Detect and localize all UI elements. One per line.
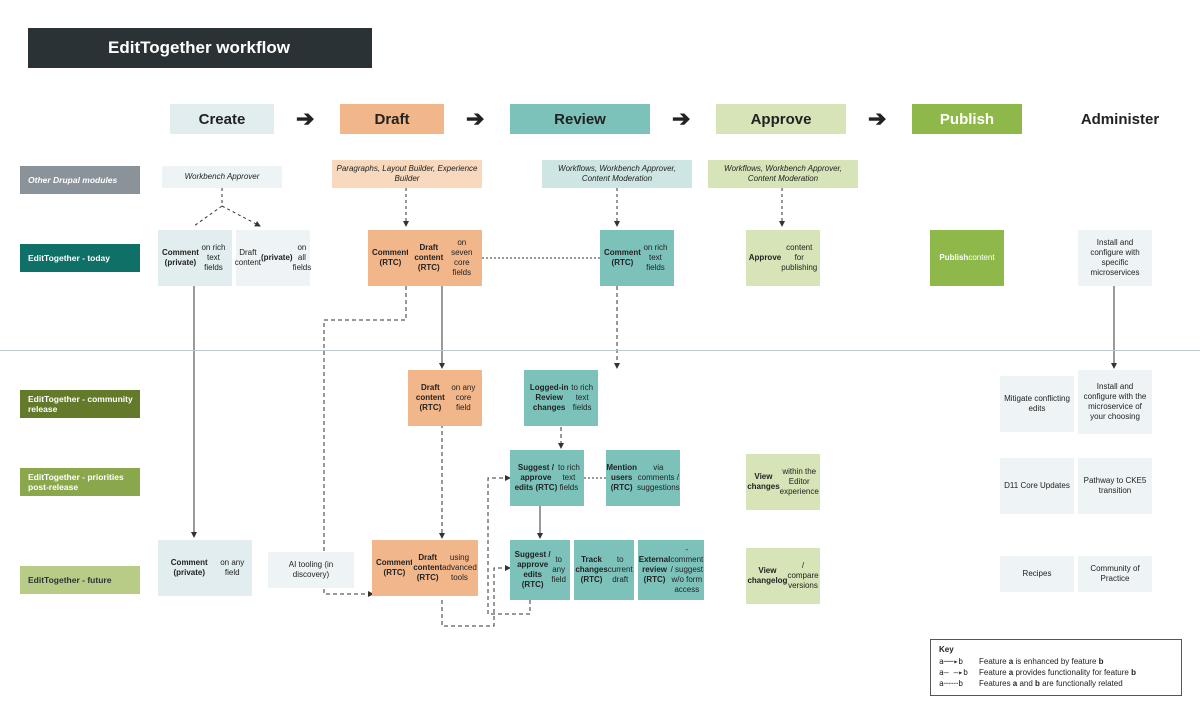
arrow-icon: ➔ (672, 106, 690, 132)
today-admin: Install and configure with specific micr… (1078, 230, 1152, 286)
comm-review: Logged-in Review changes to rich text fi… (524, 370, 598, 426)
post-approve: View changes within the Editor experienc… (746, 454, 820, 510)
today-approve: Approve content for publishing (746, 230, 820, 286)
arrow-icon: ➔ (296, 106, 314, 132)
post-admin2: Pathway to CKE5 transition (1078, 458, 1152, 514)
mod-approve: Workflows, Workbench Approver, Content M… (708, 160, 858, 188)
divider-line (0, 350, 1200, 351)
key-related: Features a and b are functionally relate… (979, 679, 1123, 688)
fut-review3: External review (RTC) - comment / sugges… (638, 540, 704, 600)
arrow-icon: ➔ (868, 106, 886, 132)
today-create-comment: Comment (private) on rich text fields (158, 230, 232, 286)
post-review1: Suggest / approve edits (RTC) to rich te… (510, 450, 584, 506)
today-publish: Publish content (930, 230, 1004, 286)
today-review: Comment (RTC) on rich text fields (600, 230, 674, 286)
arrow-icon: ➔ (466, 106, 484, 132)
mod-draft: Paragraphs, Layout Builder, Experience B… (332, 160, 482, 188)
key-provides: Feature a provides functionality for fea… (979, 668, 1136, 677)
stage-administer: Administer (1060, 104, 1180, 134)
comm-admin1: Mitigate conflicting edits (1000, 376, 1074, 432)
mod-review: Workflows, Workbench Approver, Content M… (542, 160, 692, 188)
fut-admin1: Recipes (1000, 556, 1074, 592)
stage-create: Create (170, 104, 274, 134)
fut-review1: Suggest / approve edits (RTC) to any fie… (510, 540, 570, 600)
fut-admin2: Community of Practice (1078, 556, 1152, 592)
post-review2: Mention users (RTC) via comments / sugge… (606, 450, 680, 506)
stage-approve: Approve (716, 104, 846, 134)
stage-publish: Publish (912, 104, 1022, 134)
fut-ai: AI tooling (in discovery) (268, 552, 354, 588)
key-legend: Key a──▸bFeature a is enhanced by featur… (930, 639, 1182, 696)
comm-draft: Draft content (RTC) on any core field (408, 370, 482, 426)
row-community: EditTogether - community release (20, 390, 140, 418)
key-title: Key (939, 645, 1173, 654)
mod-create: Workbench Approver (162, 166, 282, 188)
today-draft-content: Draft content (RTC) on seven core fields (408, 230, 482, 286)
stage-draft: Draft (340, 104, 444, 134)
title-bar: EditTogether workflow (28, 28, 372, 68)
row-post-release: EditTogether - priorities post-release (20, 468, 140, 496)
comm-admin2: Install and configure with the microserv… (1078, 370, 1152, 434)
fut-create: Comment (private) on any field (158, 540, 252, 596)
stage-review: Review (510, 104, 650, 134)
key-enhanced: Feature a is enhanced by feature b (979, 657, 1104, 666)
fut-review2: Track changes (RTC) to current draft (574, 540, 634, 600)
row-future: EditTogether - future (20, 566, 140, 594)
today-create-draft: Draft content (private) on all fields (236, 230, 310, 286)
row-other-modules: Other Drupal modules (20, 166, 140, 194)
fut-draft2: Draft content (RTC) using advanced tools (412, 540, 478, 596)
post-admin1: D11 Core Updates (1000, 458, 1074, 514)
row-today: EditTogether - today (20, 244, 140, 272)
title-text: EditTogether workflow (108, 38, 290, 58)
fut-approve: View changelog / compare versions (746, 548, 820, 604)
